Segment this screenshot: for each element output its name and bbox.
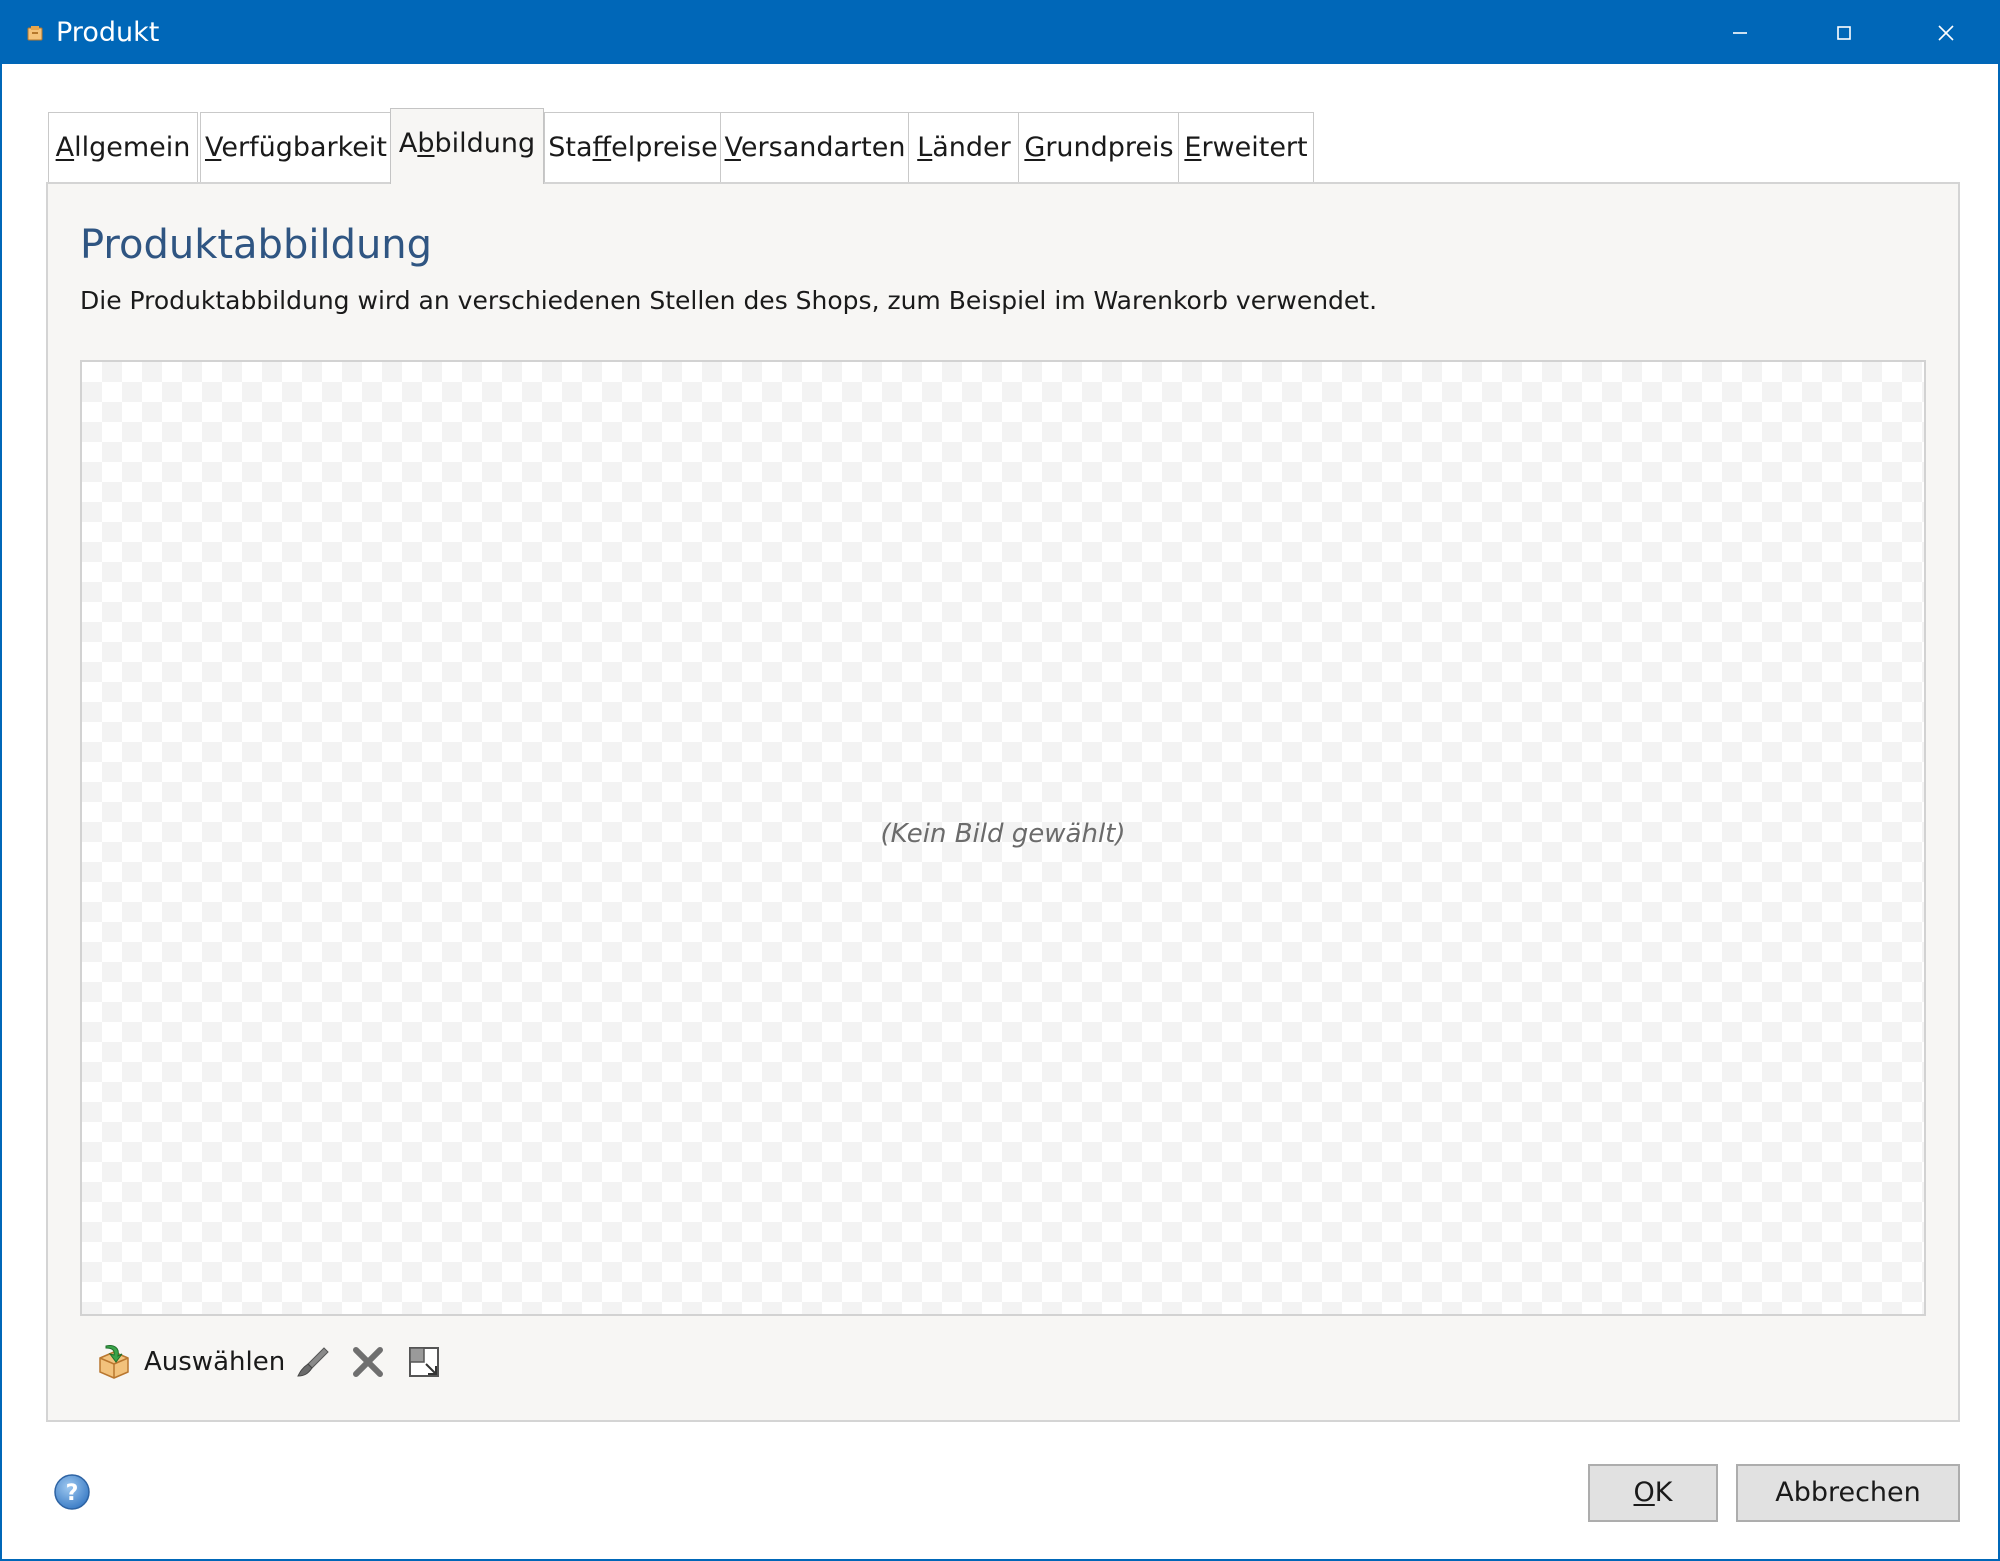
- image-placeholder-text: (Kein Bild gewählt): [880, 819, 1126, 849]
- tab-label-mnemonic: V: [724, 132, 741, 163]
- remove-image-button[interactable]: [348, 1334, 388, 1390]
- title-bar[interactable]: Produkt: [2, 2, 1998, 64]
- tab-label-mnemonic: G: [1024, 132, 1046, 163]
- cancel-button[interactable]: Abbrechen: [1736, 1464, 1960, 1522]
- maximize-icon: [1837, 26, 1851, 40]
- tab-allgemein[interactable]: Allgemein: [48, 112, 198, 182]
- tab-label-mnemonic: A: [55, 132, 75, 163]
- tab-label: erfügbarkeit: [221, 132, 387, 163]
- help-button[interactable]: ?: [52, 1472, 92, 1512]
- delete-icon: [353, 1347, 383, 1377]
- close-button[interactable]: [1894, 2, 1998, 64]
- tab-label: ersandarten: [740, 132, 906, 163]
- close-icon: [1938, 25, 1954, 41]
- tab-label: llgemein: [74, 132, 191, 163]
- tab-label: felpreise: [611, 132, 718, 163]
- tab-versandarten[interactable]: Versandarten: [720, 112, 910, 182]
- tab-label: änder: [932, 132, 1011, 163]
- tab-panel-abbildung: Produktabbildung Die Produktabbildung wi…: [46, 182, 1960, 1422]
- resize-icon: [409, 1347, 439, 1377]
- tab-label-mnemonic: V: [204, 132, 222, 163]
- tab-erweitert[interactable]: Erweitert: [1178, 112, 1314, 182]
- maximize-button[interactable]: [1792, 2, 1896, 64]
- tab-label-mnemonic: f: [592, 132, 612, 163]
- window-title: Produkt: [56, 17, 160, 48]
- minimize-button[interactable]: [1688, 2, 1792, 64]
- tab-grundpreis[interactable]: Grundpreis: [1018, 112, 1180, 182]
- tab-label: rundpreis: [1045, 132, 1174, 163]
- brush-edit-icon: [297, 1347, 329, 1377]
- select-image-button[interactable]: Auswählen: [94, 1334, 285, 1390]
- tab-label: rweitert: [1201, 132, 1308, 163]
- dialog-window: Produkt Allgemein Verfügbarkeit Abbildun…: [0, 0, 2000, 1561]
- tab-label-mnemonic: b: [417, 128, 435, 159]
- tab-staffelpreise[interactable]: Staffelpreise: [544, 112, 722, 182]
- app-icon: [27, 26, 43, 41]
- ok-button-mnemonic: O: [1633, 1477, 1655, 1508]
- section-heading: Produktabbildung: [80, 222, 433, 268]
- ok-button[interactable]: OK: [1588, 1464, 1718, 1522]
- minimize-icon: [1733, 32, 1747, 34]
- svg-text:?: ?: [66, 1481, 79, 1506]
- edit-image-button[interactable]: [294, 1334, 334, 1390]
- tab-label-mnemonic: E: [1184, 132, 1202, 163]
- tab-label: Sta: [548, 132, 593, 163]
- tab-verfuegbarkeit[interactable]: Verfügbarkeit: [200, 112, 392, 182]
- ok-button-label: K: [1654, 1477, 1673, 1508]
- select-image-label: Auswählen: [144, 1347, 286, 1377]
- section-description: Die Produktabbildung wird an verschieden…: [80, 286, 1378, 315]
- tab-label: bildung: [434, 128, 536, 159]
- help-icon: ?: [54, 1474, 90, 1510]
- resize-image-button[interactable]: [404, 1334, 444, 1390]
- tab-label-mnemonic: L: [917, 132, 933, 163]
- folder-select-icon: [99, 1345, 129, 1379]
- tab-label: A: [398, 128, 418, 159]
- tab-abbildung[interactable]: Abbildung: [390, 108, 544, 184]
- image-preview[interactable]: (Kein Bild gewählt): [80, 360, 1926, 1316]
- tab-laender[interactable]: Länder: [908, 112, 1020, 182]
